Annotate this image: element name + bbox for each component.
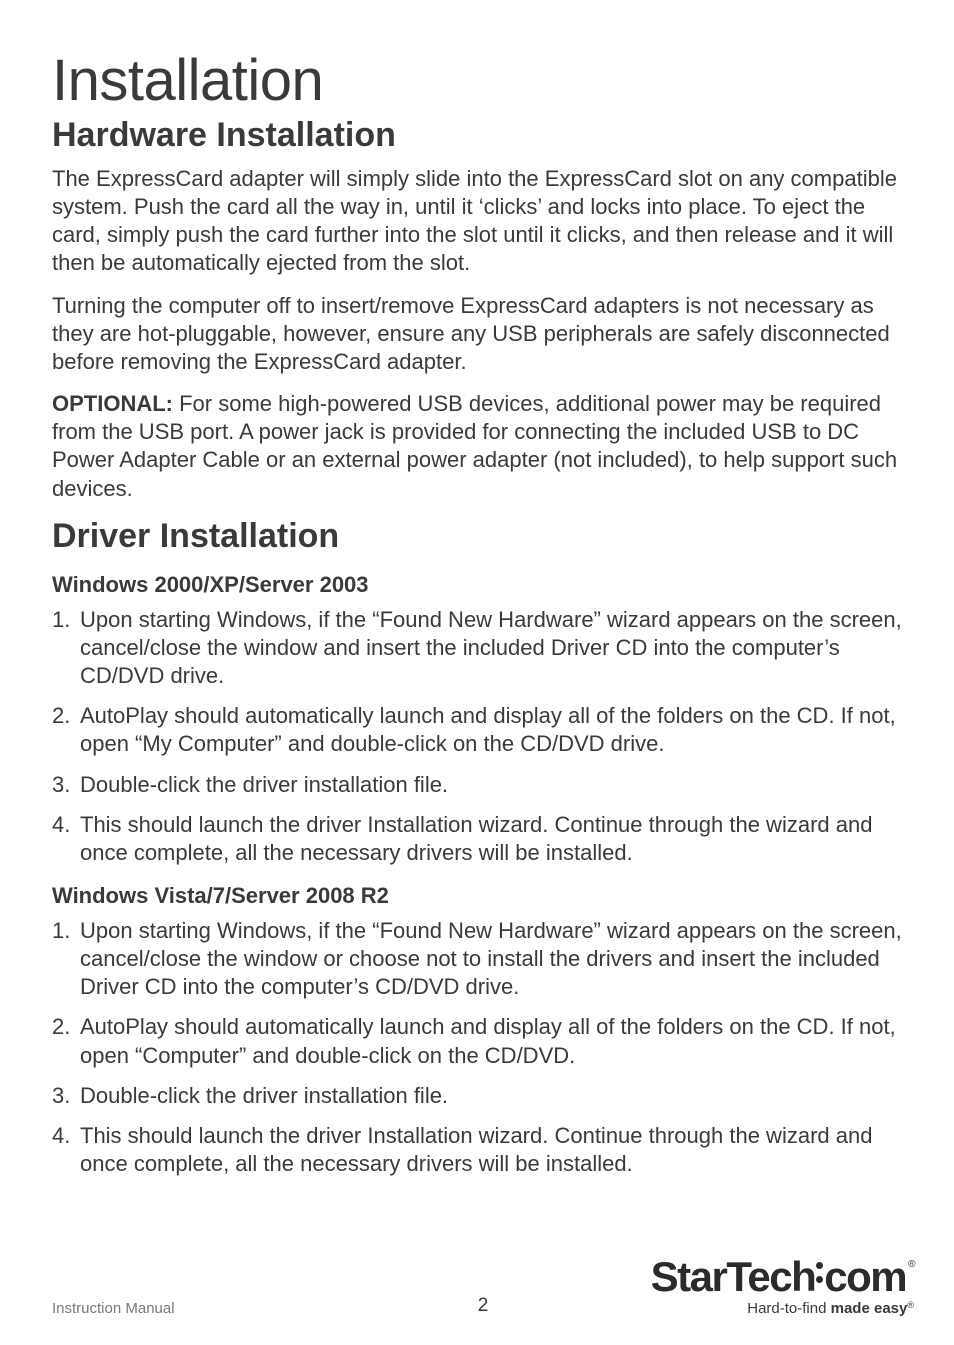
list-item: This should launch the driver Installati… bbox=[52, 1122, 902, 1178]
win2000-steps: Upon starting Windows, if the “Found New… bbox=[52, 606, 902, 867]
logo-text-b: com bbox=[824, 1256, 906, 1298]
list-item: Upon starting Windows, if the “Found New… bbox=[52, 606, 902, 690]
registered-icon: ® bbox=[906, 1256, 914, 1270]
page-title: Installation bbox=[52, 52, 902, 110]
logo-text-a: StarTech bbox=[651, 1256, 816, 1298]
list-item: Double-click the driver installation fil… bbox=[52, 1082, 902, 1110]
vista-steps: Upon starting Windows, if the “Found New… bbox=[52, 917, 902, 1178]
win2000-title: Windows 2000/XP/Server 2003 bbox=[52, 572, 902, 598]
footer-logo-block: StarTech com ® Hard-to-find made easy® bbox=[651, 1256, 914, 1317]
page-number: 2 bbox=[478, 1295, 489, 1317]
hardware-optional: OPTIONAL: For some high-powered USB devi… bbox=[52, 390, 902, 503]
registered-icon: ® bbox=[907, 1300, 914, 1310]
hardware-title: Hardware Installation bbox=[52, 116, 902, 155]
hardware-p2: Turning the computer off to insert/remov… bbox=[52, 292, 902, 376]
optional-label: OPTIONAL: bbox=[52, 391, 173, 416]
logo-tagline: Hard-to-find made easy® bbox=[747, 1300, 914, 1317]
list-item: AutoPlay should automatically launch and… bbox=[52, 1013, 902, 1069]
logo-bullets-icon bbox=[816, 1256, 823, 1290]
list-item: Double-click the driver installation fil… bbox=[52, 771, 902, 799]
tagline-b: made easy bbox=[831, 1300, 908, 1317]
list-item: Upon starting Windows, if the “Found New… bbox=[52, 917, 902, 1001]
page-footer: Instruction Manual 2 StarTech com ® Hard… bbox=[52, 1256, 914, 1317]
hardware-p1: The ExpressCard adapter will simply slid… bbox=[52, 165, 902, 278]
startech-logo: StarTech com ® bbox=[651, 1256, 914, 1298]
optional-text: For some high-powered USB devices, addit… bbox=[52, 391, 897, 500]
vista-title: Windows Vista/7/Server 2008 R2 bbox=[52, 883, 902, 909]
footer-left: Instruction Manual bbox=[52, 1300, 175, 1317]
tagline-a: Hard-to-find bbox=[747, 1300, 830, 1317]
list-item: This should launch the driver Installati… bbox=[52, 811, 902, 867]
list-item: AutoPlay should automatically launch and… bbox=[52, 702, 902, 758]
driver-title: Driver Installation bbox=[52, 517, 902, 556]
